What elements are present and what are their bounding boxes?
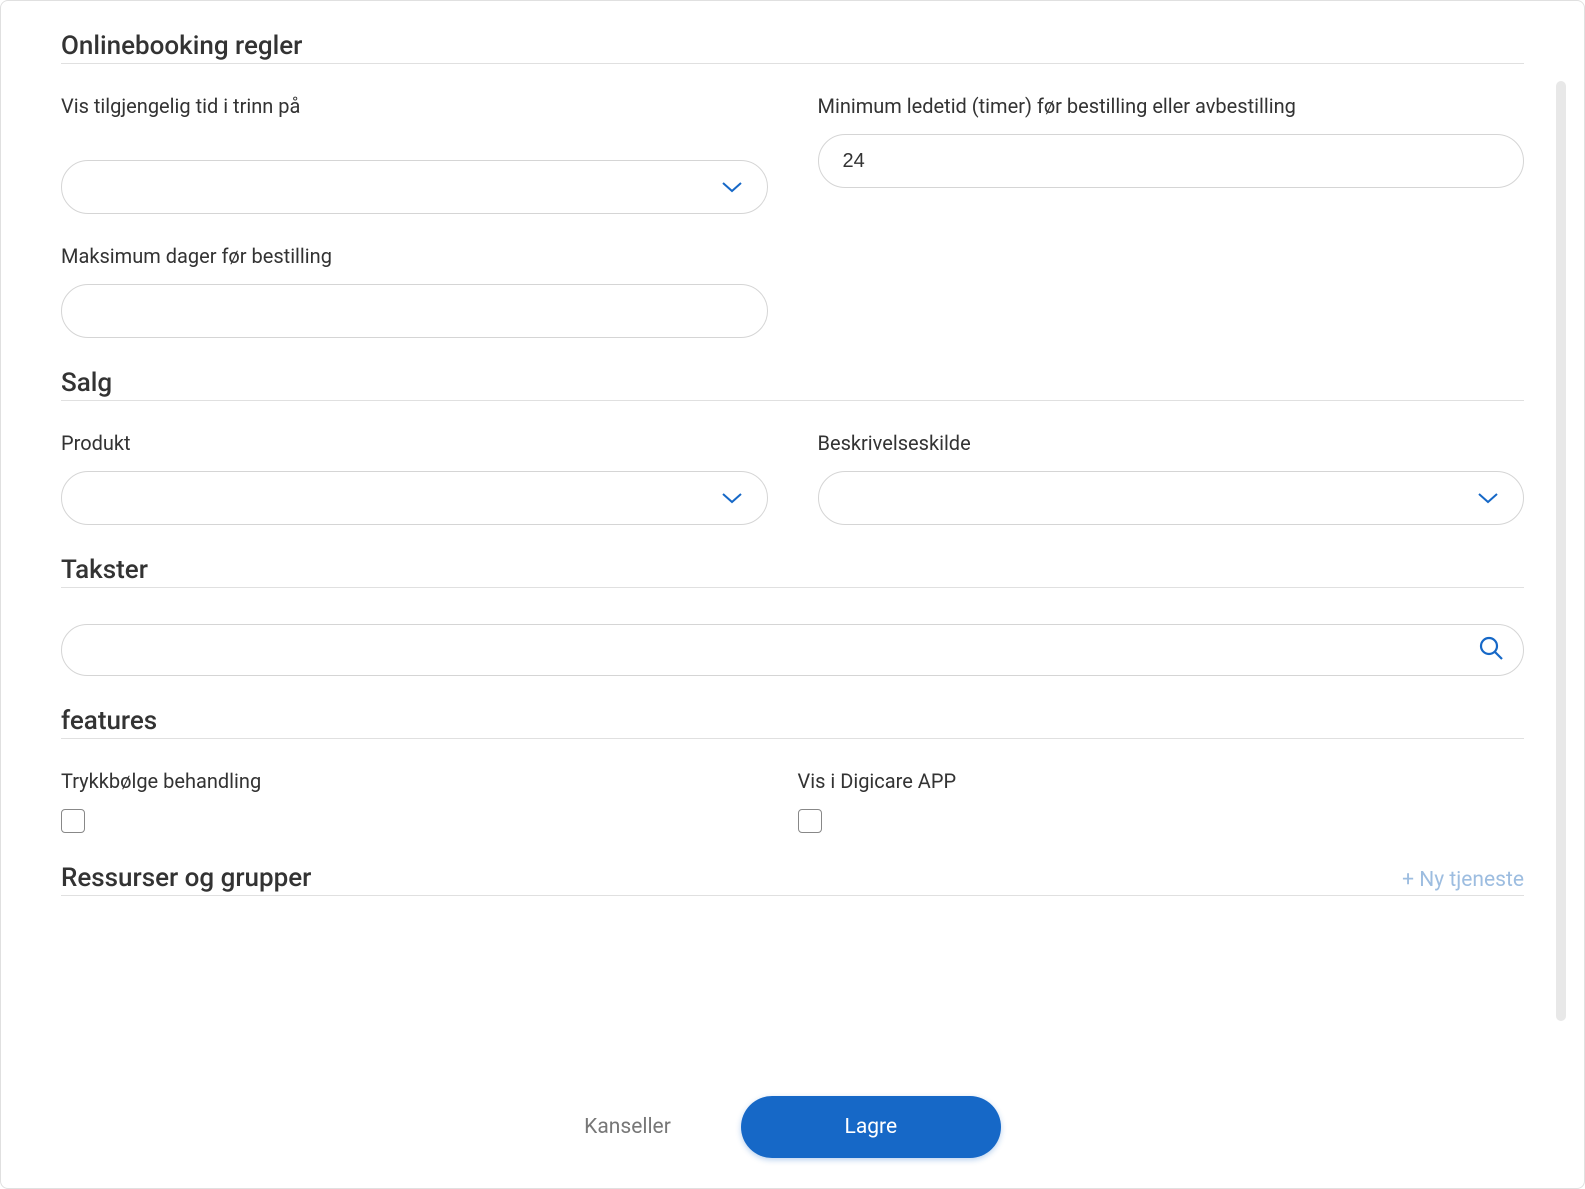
max-days-input[interactable] — [61, 284, 768, 338]
shockwave-col: Trykkbølge behandling — [61, 769, 768, 833]
shockwave-checkbox[interactable] — [61, 809, 85, 833]
section-title: Ressurser og grupper — [61, 863, 311, 893]
empty-col — [818, 244, 1525, 338]
features-row: Trykkbølge behandling Vis i Digicare APP — [61, 769, 1524, 833]
scrollbar[interactable] — [1556, 81, 1566, 1021]
product-col: Produkt — [61, 431, 768, 525]
cancel-button[interactable]: Kanseller — [584, 1115, 671, 1139]
section-title: Takster — [61, 555, 148, 585]
max-days-label: Maksimum dager før bestilling — [61, 244, 768, 268]
time-step-select[interactable] — [61, 160, 768, 214]
onlinebooking-row-2: Maksimum dager før bestilling — [61, 244, 1524, 338]
search-icon[interactable] — [1478, 635, 1504, 665]
chevron-down-icon — [1477, 486, 1499, 510]
footer: Kanseller Lagre — [1, 1096, 1584, 1158]
section-title: Onlinebooking regler — [61, 31, 302, 61]
time-step-col: Vis tilgjengelig tid i trinn på — [61, 94, 768, 214]
chevron-down-icon — [721, 486, 743, 510]
description-source-select[interactable] — [818, 471, 1525, 525]
new-service-link[interactable]: + Ny tjeneste — [1402, 868, 1524, 892]
section-onlinebooking-header: Onlinebooking regler — [61, 31, 1524, 64]
save-button[interactable]: Lagre — [741, 1096, 1001, 1158]
salg-row: Produkt Beskrivelseskilde — [61, 431, 1524, 525]
section-title: features — [61, 706, 157, 736]
product-select[interactable] — [61, 471, 768, 525]
section-resources-header: Ressurser og grupper + Ny tjeneste — [61, 863, 1524, 896]
takster-search-input[interactable] — [61, 624, 1524, 676]
max-days-col: Maksimum dager før bestilling — [61, 244, 768, 338]
description-source-label: Beskrivelseskilde — [818, 431, 1525, 455]
product-label: Produkt — [61, 431, 768, 455]
digicare-checkbox[interactable] — [798, 809, 822, 833]
takster-search-wrap — [61, 624, 1524, 676]
section-features-header: features — [61, 706, 1524, 739]
lead-time-label: Minimum ledetid (timer) før bestilling e… — [818, 94, 1525, 118]
lead-time-col: Minimum ledetid (timer) før bestilling e… — [818, 94, 1525, 214]
digicare-label: Vis i Digicare APP — [798, 769, 1525, 793]
section-salg-header: Salg — [61, 368, 1524, 401]
time-step-label: Vis tilgjengelig tid i trinn på — [61, 94, 768, 118]
section-title: Salg — [61, 368, 112, 398]
lead-time-input[interactable] — [818, 134, 1525, 188]
onlinebooking-row-1: Vis tilgjengelig tid i trinn på Minimum … — [61, 94, 1524, 214]
section-takster-header: Takster — [61, 555, 1524, 588]
chevron-down-icon — [721, 175, 743, 199]
digicare-col: Vis i Digicare APP — [818, 769, 1525, 833]
settings-modal: Onlinebooking regler Vis tilgjengelig ti… — [0, 0, 1585, 1189]
shockwave-label: Trykkbølge behandling — [61, 769, 768, 793]
description-source-col: Beskrivelseskilde — [818, 431, 1525, 525]
